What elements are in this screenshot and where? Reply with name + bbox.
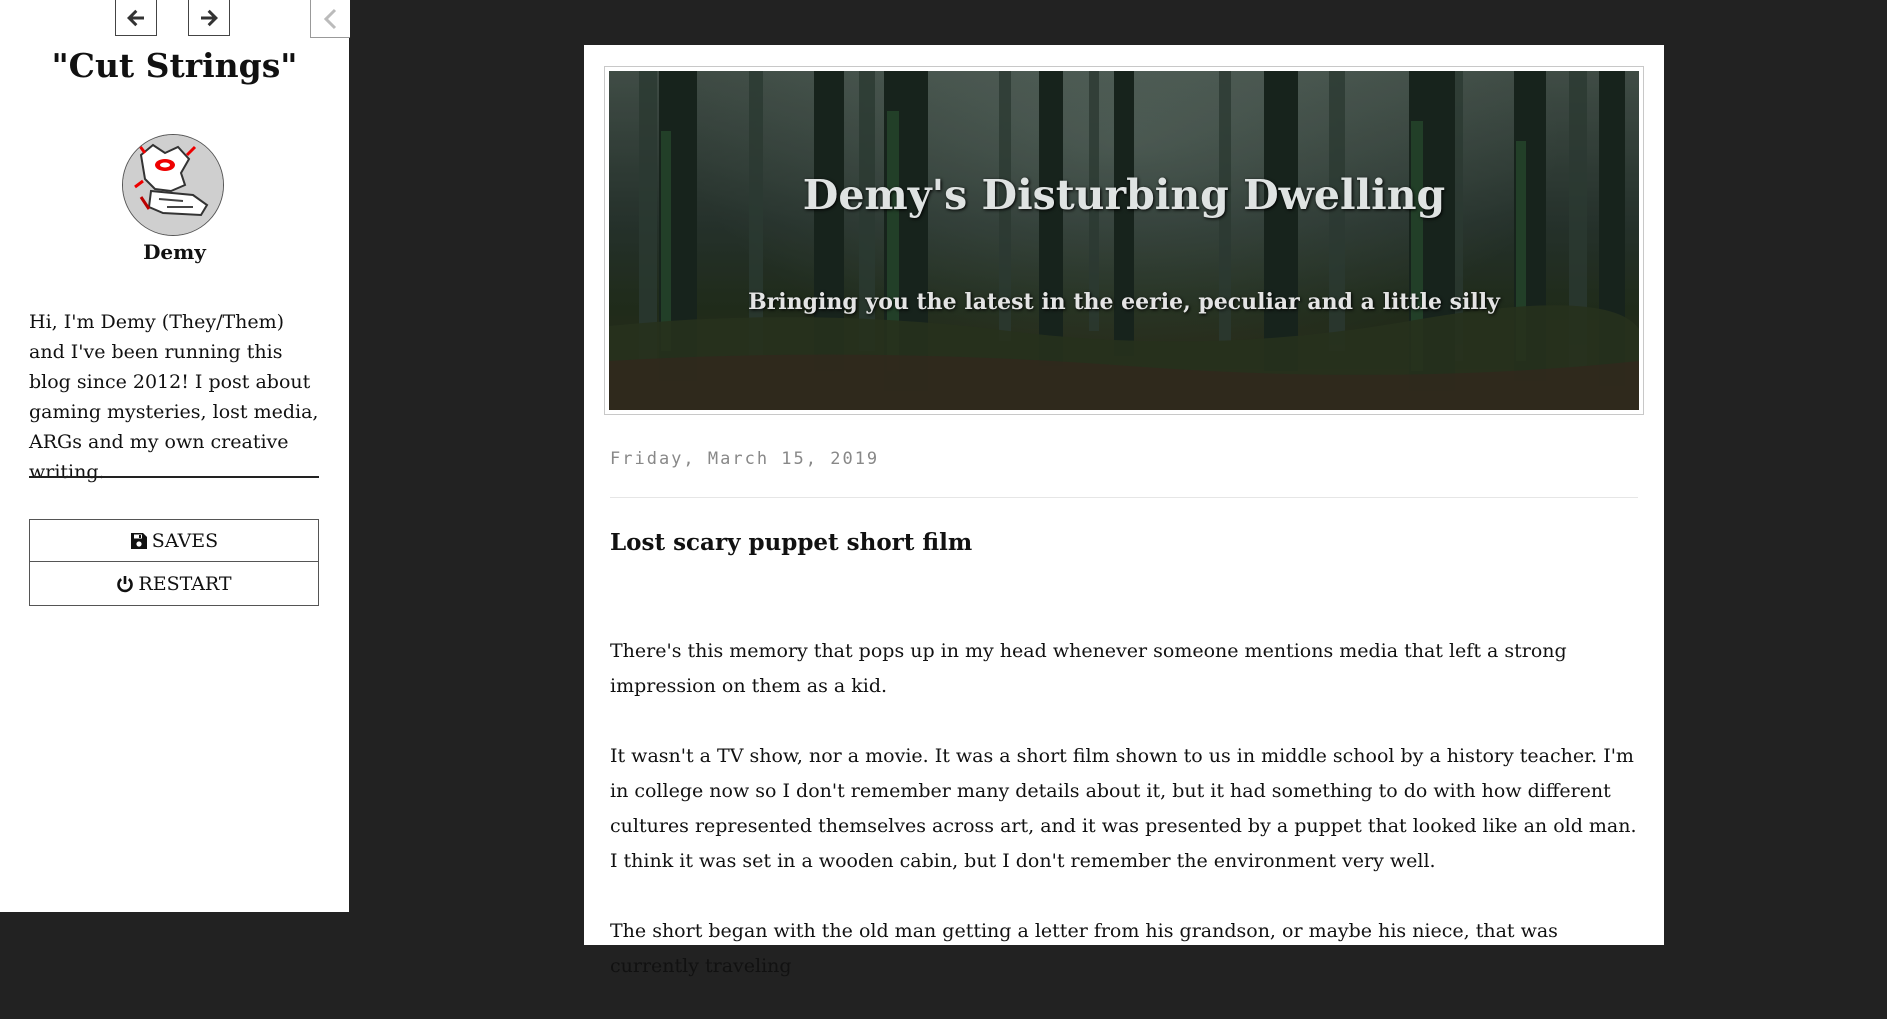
forest-background	[609, 71, 1639, 410]
restart-label: RESTART	[138, 572, 232, 595]
forest-header-image: Demy's Disturbing Dwelling Bringing you …	[609, 71, 1639, 410]
chevron-left-icon	[323, 8, 336, 29]
post-date: Friday, March 15, 2019	[610, 449, 880, 469]
forward-button[interactable]	[188, 0, 230, 36]
post-paragraph: It wasn't a TV show, nor a movie. It was…	[610, 745, 1637, 872]
author-name: Demy	[143, 240, 206, 264]
story-title: "Cut Strings"	[51, 46, 298, 85]
saves-label: SAVES	[151, 529, 219, 552]
sidebar-toggle-button[interactable]	[310, 0, 350, 38]
blog-header: Demy's Disturbing Dwelling Bringing you …	[604, 66, 1644, 415]
date-divider	[610, 497, 1638, 498]
sidebar-divider	[29, 476, 319, 478]
saves-button[interactable]: SAVES	[29, 519, 319, 562]
blog-title[interactable]: Demy's Disturbing Dwelling	[609, 171, 1639, 219]
arrow-left-icon	[127, 9, 144, 26]
avatar-image	[123, 135, 223, 235]
restart-button[interactable]: RESTART	[29, 562, 319, 606]
avatar	[122, 134, 224, 236]
sidebar: "Cut Strings" Demy Hi, I'm Demy (They/Th…	[0, 0, 350, 912]
post-paragraph: There's this memory that pops up in my h…	[610, 640, 1567, 697]
power-icon	[117, 575, 134, 592]
back-button[interactable]	[115, 0, 157, 36]
blog-page: Demy's Disturbing Dwelling Bringing you …	[584, 45, 1664, 977]
author-bio: Hi, I'm Demy (They/Them) and I've been r…	[29, 311, 319, 483]
arrow-right-icon	[201, 9, 218, 26]
blog-tagline: Bringing you the latest in the eerie, pe…	[748, 289, 1500, 315]
post-body: There's this memory that pops up in my h…	[610, 634, 1640, 1019]
post-title[interactable]: Lost scary puppet short film	[610, 529, 972, 556]
post-paragraph: The short began with the old man getting…	[610, 920, 1558, 977]
floppy-disk-icon	[130, 532, 147, 549]
